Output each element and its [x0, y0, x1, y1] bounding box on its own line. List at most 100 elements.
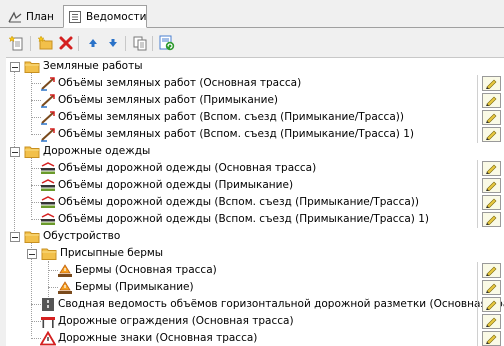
edit-cell[interactable]: [477, 313, 504, 330]
edit-pencil-icon: [481, 178, 501, 193]
delete-button[interactable]: [57, 34, 75, 52]
move-down-button[interactable]: [104, 34, 122, 52]
document-star-icon: [9, 35, 23, 51]
new-folder-button[interactable]: [37, 34, 55, 52]
earthwork-statement-icon: [41, 128, 55, 142]
edit-pencil-icon: [481, 331, 501, 346]
tree-item[interactable]: Дорожные знаки (Основная трасса): [6, 330, 504, 346]
edit-cell[interactable]: [477, 296, 504, 313]
tree-item[interactable]: Бермы (Примыкание): [6, 279, 504, 296]
edit-pencil-icon: [481, 110, 501, 125]
tree-item[interactable]: Объёмы земляных работ (Примыкание): [6, 92, 504, 109]
edit-pencil-icon: [481, 195, 501, 210]
earthwork-statement-icon: [41, 111, 55, 125]
tab-plan[interactable]: План: [4, 7, 62, 27]
edit-pencil-icon: [481, 297, 501, 312]
folder-icon: [24, 231, 40, 243]
toolbar-separator: [125, 36, 126, 51]
earthwork-statement-icon: [41, 94, 55, 108]
folder-icon: [24, 146, 40, 158]
collapse-icon[interactable]: [10, 62, 20, 72]
tree-group-arrangement[interactable]: Обустройство: [6, 228, 504, 245]
tree-item[interactable]: Объёмы дорожной одежды (Примыкание): [6, 177, 504, 194]
statements-tree: Земляные работы Объёмы земляных работ (О…: [6, 57, 504, 346]
edit-cell[interactable]: [477, 194, 504, 211]
new-document-button[interactable]: [8, 34, 26, 52]
plan-icon: [8, 10, 22, 24]
edit-cell[interactable]: [477, 211, 504, 228]
tree-group-label: Присыпные бермы: [60, 247, 164, 259]
edit-cell[interactable]: [477, 75, 504, 92]
tree-item[interactable]: Сводная ведомость объёмов горизонтальной…: [6, 296, 504, 313]
refresh-button[interactable]: [158, 34, 176, 52]
list-icon: [68, 10, 82, 24]
road-sign-icon: [40, 331, 56, 346]
edit-cell[interactable]: [477, 177, 504, 194]
edit-pencil-icon: [481, 161, 501, 176]
tree-group-label: Земляные работы: [43, 60, 143, 72]
earthwork-statement-icon: [41, 77, 55, 91]
edit-cell[interactable]: [477, 92, 504, 109]
tree-item[interactable]: Объёмы земляных работ (Вспом. съезд (При…: [6, 109, 504, 126]
collapse-icon[interactable]: [10, 147, 20, 157]
edit-cell[interactable]: [477, 330, 504, 346]
tab-bar: План Ведомости: [0, 0, 504, 28]
edit-cell[interactable]: [477, 279, 504, 296]
tree-item-label: Объёмы земляных работ (Примыкание): [58, 94, 279, 106]
copy-icon: [133, 36, 147, 51]
copy-button[interactable]: [131, 34, 149, 52]
tree-item-label: Объёмы дорожной одежды (Основная трасса): [58, 162, 317, 174]
toolbar-separator: [30, 36, 31, 51]
arrow-down-icon: [109, 39, 117, 47]
berm-statement-icon: [58, 264, 72, 277]
folder-icon: [24, 61, 40, 73]
tree-item[interactable]: Объёмы дорожной одежды (Основная трасса): [6, 160, 504, 177]
tree-item[interactable]: Объёмы земляных работ (Основная трасса): [6, 75, 504, 92]
pavement-statement-icon: [41, 162, 55, 174]
tree-item-label: Сводная ведомость объёмов горизонтальной…: [58, 298, 504, 310]
tree-group-label: Обустройство: [43, 230, 121, 242]
toolbar-separator: [152, 36, 153, 51]
folder-icon: [41, 248, 57, 260]
edit-cell[interactable]: [477, 109, 504, 126]
tab-plan-label: План: [26, 11, 54, 23]
tree-item[interactable]: Объёмы земляных работ (Вспом. съезд (При…: [6, 126, 504, 143]
edit-cell[interactable]: [477, 126, 504, 143]
edit-cell[interactable]: [477, 160, 504, 177]
collapse-icon[interactable]: [10, 232, 20, 242]
tree-group-label: Дорожные одежды: [43, 145, 151, 157]
tree-item-label: Объёмы земляных работ (Вспом. съезд (При…: [58, 128, 414, 140]
pavement-statement-icon: [41, 196, 55, 208]
tab-statements[interactable]: Ведомости: [63, 5, 147, 28]
red-x-icon: [59, 36, 73, 50]
tree-group-earthworks[interactable]: Земляные работы: [6, 58, 504, 75]
tree-item-label: Бермы (Основная трасса): [75, 264, 217, 276]
edit-cell[interactable]: [477, 262, 504, 279]
tree-item-label: Объёмы дорожной одежды (Вспом. съезд (Пр…: [58, 196, 419, 208]
toolbar-separator: [78, 36, 79, 51]
collapse-icon[interactable]: [27, 249, 37, 259]
tree-subgroup-berms[interactable]: Присыпные бермы: [6, 245, 504, 262]
tree-item[interactable]: Объёмы дорожной одежды (Вспом. съезд (Пр…: [6, 194, 504, 211]
arrow-up-icon: [89, 39, 97, 47]
tree-item[interactable]: Дорожные ограждения (Основная трасса): [6, 313, 504, 330]
edit-pencil-icon: [481, 76, 501, 91]
tree-item[interactable]: Объёмы дорожной одежды (Вспом. съезд (Пр…: [6, 211, 504, 228]
tree-item[interactable]: Бермы (Основная трасса): [6, 262, 504, 279]
tree-item-label: Дорожные ограждения (Основная трасса): [58, 315, 294, 327]
tree-item-label: Объёмы дорожной одежды (Вспом. съезд (Пр…: [58, 213, 429, 225]
move-up-button[interactable]: [84, 34, 102, 52]
edit-pencil-icon: [481, 93, 501, 108]
tree-item-label: Объёмы земляных работ (Основная трасса): [58, 77, 302, 89]
edit-pencil-icon: [481, 263, 501, 278]
pavement-statement-icon: [41, 179, 55, 191]
tree-item-label: Бермы (Примыкание): [75, 281, 194, 293]
folder-star-icon: [38, 35, 53, 50]
toolbar: [0, 30, 504, 56]
guardrail-icon: [41, 317, 55, 328]
edit-pencil-icon: [481, 280, 501, 295]
berm-statement-icon: [58, 281, 72, 294]
tree-item-label: Объёмы дорожной одежды (Примыкание): [58, 179, 294, 191]
tree-group-pavements[interactable]: Дорожные одежды: [6, 143, 504, 160]
edit-pencil-icon: [481, 212, 501, 227]
